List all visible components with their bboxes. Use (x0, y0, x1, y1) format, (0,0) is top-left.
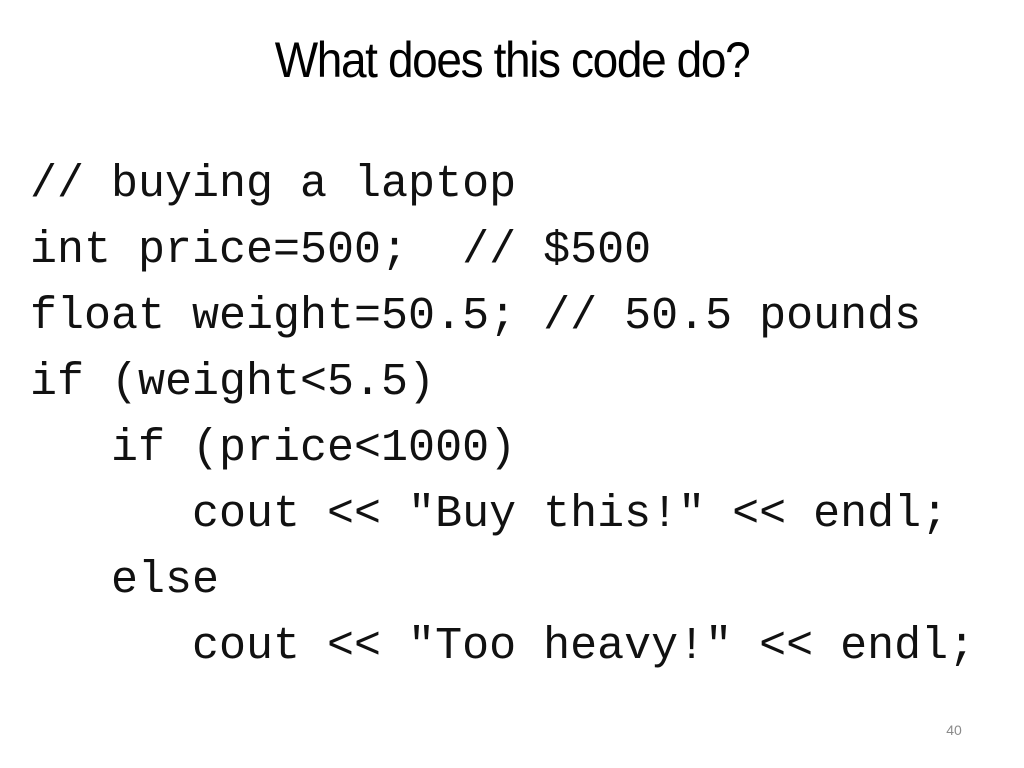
page-number: 40 (946, 722, 962, 738)
code-line-comment: // buying a laptop (30, 159, 517, 210)
code-line-else: else (30, 555, 220, 606)
code-line-if-price: if (price<1000) (30, 423, 517, 474)
code-line-if-weight: if (weight<5.5) (30, 357, 436, 408)
code-block: // buying a laptop int price=500; // $500… (30, 152, 975, 680)
slide-title: What does this code do? (274, 32, 751, 88)
code-line-price: int price=500; // $500 (30, 225, 652, 276)
code-line-cout-heavy: cout << "Too heavy!" << endl; (30, 621, 976, 672)
code-line-cout-buy: cout << "Buy this!" << endl; (30, 489, 949, 540)
code-line-weight: float weight=50.5; // 50.5 pounds (30, 291, 922, 342)
